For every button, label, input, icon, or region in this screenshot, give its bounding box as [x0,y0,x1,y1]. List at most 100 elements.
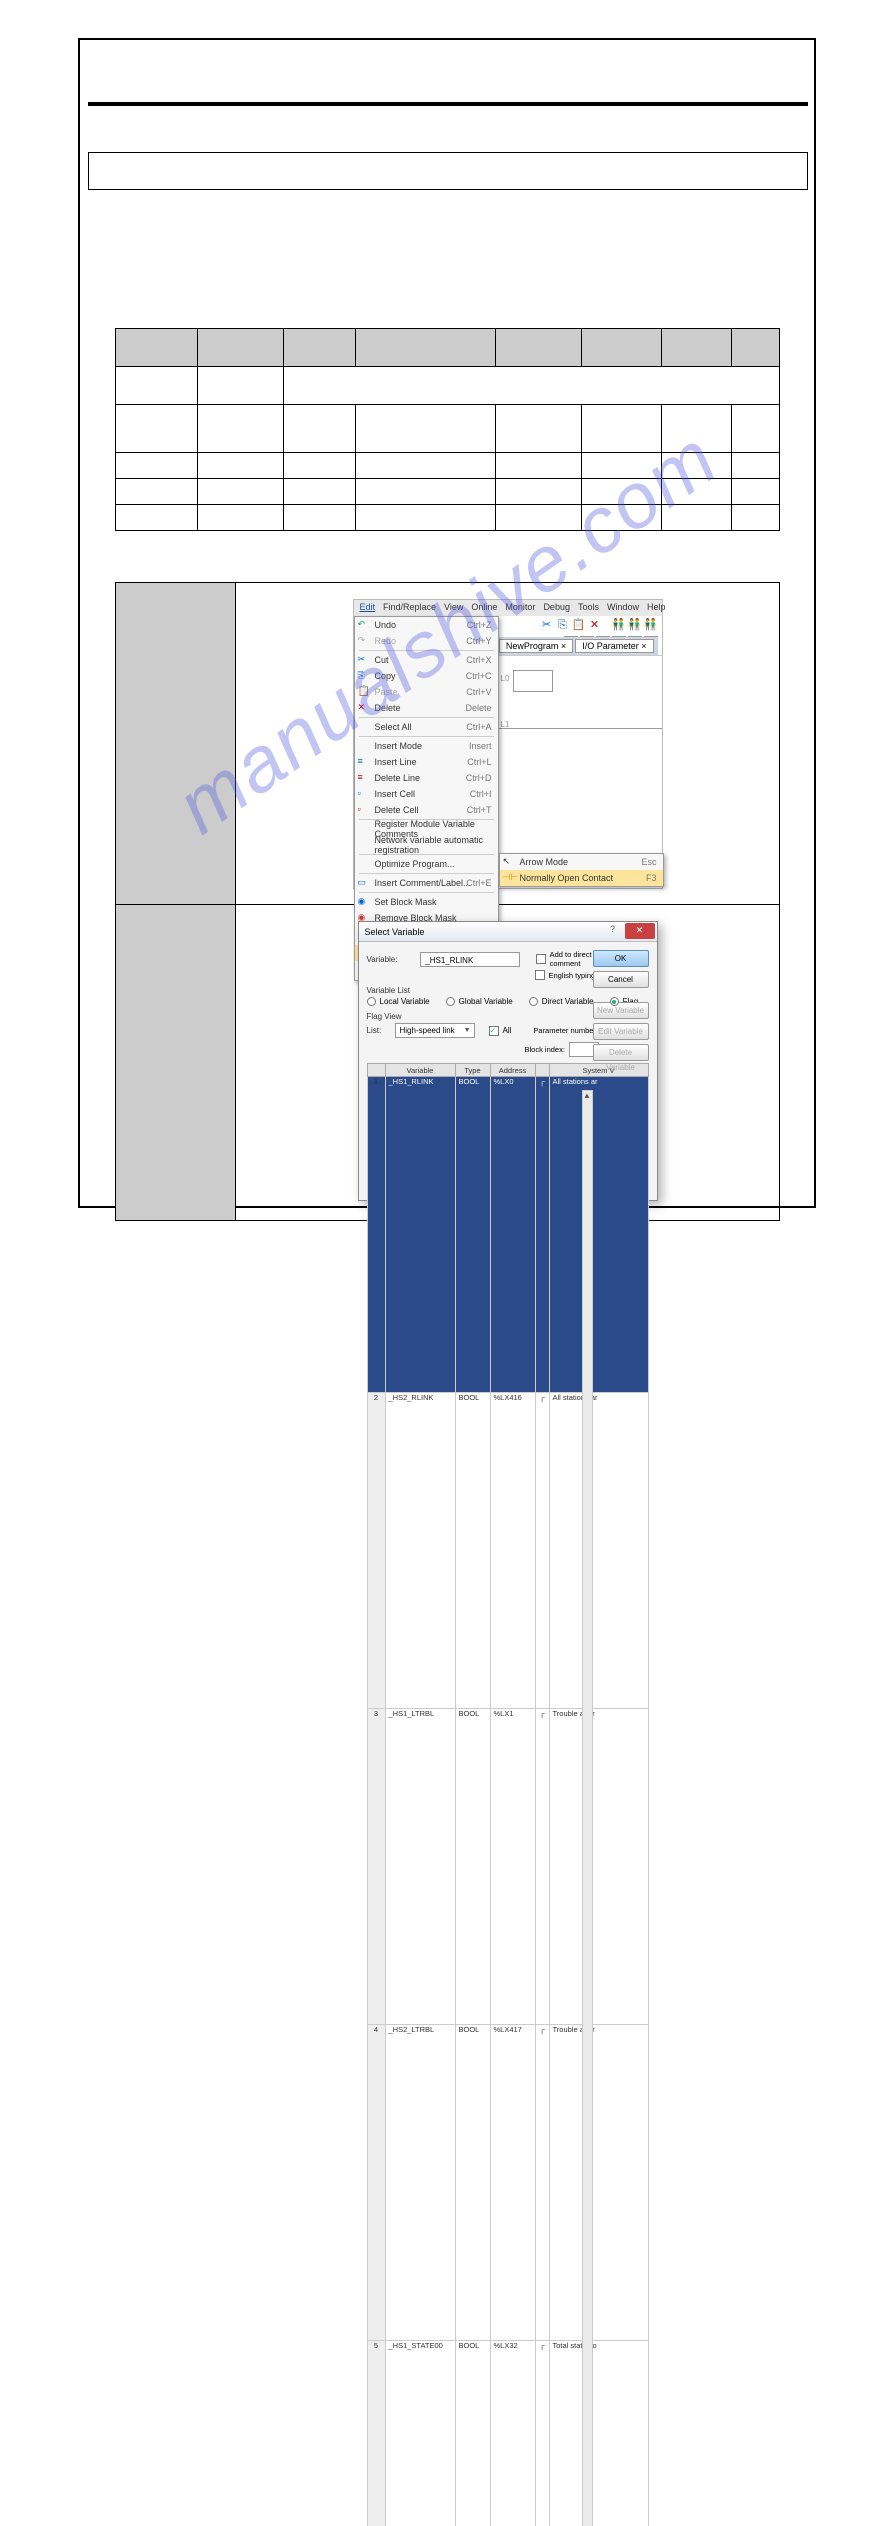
menu-item-undo[interactable]: UndoCtrl+Z [355,617,498,633]
redo-icon [358,635,370,647]
toolbar-findnext-icon[interactable]: 👬 [628,618,642,632]
dialog-titlebar: Select Variable ? ✕ [359,922,657,942]
icell-icon [358,788,370,800]
label-icon [358,877,370,889]
menu-item-delete-cell[interactable]: Delete CellCtrl+T [355,802,498,818]
vertical-scrollbar[interactable]: ▲ ▼ [582,1090,593,2526]
menu-help[interactable]: Help [647,602,666,614]
row2-content: Select Variable ? ✕ OK Cancel New Variab… [236,905,780,1221]
menu-item-set-block-mask[interactable]: Set Block Mask [355,894,498,910]
tools-submenu: Arrow ModeEscNormally Open ContactF3 [499,853,664,887]
new-variable-button[interactable]: New Variable [593,1002,649,1019]
menu-view[interactable]: View [444,602,463,614]
dline-icon [358,772,370,784]
menu-window[interactable]: Window [607,602,639,614]
toolbar-paste-icon[interactable]: 📋 [572,618,586,632]
edit-variable-button[interactable]: Edit Variable [593,1023,649,1040]
ladder-cell[interactable] [513,670,553,692]
menu-item-insert-cell[interactable]: Insert CellCtrl+I [355,786,498,802]
col-idx [367,1064,385,1077]
menu-item-redo[interactable]: RedoCtrl+Y [355,633,498,649]
toolbar-copy-icon[interactable]: ⎘ [556,618,570,632]
line-icon [358,756,370,768]
col-address[interactable]: Address [490,1064,535,1077]
cancel-button[interactable]: Cancel [593,971,649,988]
toolbar-delete-icon[interactable]: ✕ [588,618,602,632]
table-row[interactable]: 4_HS2_LTRBLBOOL%LX417┌Trouble after [367,2025,648,2341]
submenu-item-normally-open-contact[interactable]: Normally Open ContactF3 [500,870,663,886]
dialog-title: Select Variable [365,927,425,937]
menu-item-paste[interactable]: PasteCtrl+V [355,684,498,700]
menu-online[interactable]: Online [471,602,497,614]
variable-label: Variable: [367,955,417,964]
menu-item-insert-line[interactable]: Insert LineCtrl+L [355,754,498,770]
header-rule [88,102,808,106]
toolbar-cut-icon[interactable]: ✂ [540,618,554,632]
toolbar-more-icon[interactable]: 👬 [644,618,658,632]
close-icon[interactable]: × [561,641,566,651]
radio-local[interactable] [367,997,376,1006]
paste-icon [358,686,370,698]
ok-button[interactable]: OK [593,950,649,967]
row1-label [116,583,236,905]
menu-item-cut[interactable]: CutCtrl+X [355,652,498,668]
tab-ioparameter[interactable]: I/O Parameter × [575,639,653,653]
english-typing-checkbox[interactable] [535,970,545,980]
toolbar-find-icon[interactable]: 👬 [612,618,626,632]
table-row[interactable]: 5_HS1_STATE00BOOL%LX32┌Total states o [367,2341,648,2526]
row1-content: Edit Find/Replace View Online Monitor De… [236,583,780,905]
menu-item-insert-mode[interactable]: Insert ModeInsert [355,738,498,754]
dcell-icon [358,804,370,816]
close-button[interactable]: ✕ [625,923,655,939]
select-variable-dialog: Select Variable ? ✕ OK Cancel New Variab… [358,921,658,1201]
menu-item-select-all[interactable]: Select AllCtrl+A [355,719,498,735]
variable-input[interactable]: _HS1_RLINK [420,952,520,967]
radio-direct[interactable] [529,997,538,1006]
scroll-up-icon[interactable]: ▲ [583,1091,592,1101]
menu-monitor[interactable]: Monitor [505,602,535,614]
col-variable[interactable]: Variable [385,1064,455,1077]
menu-item-copy[interactable]: CopyCtrl+C [355,668,498,684]
menu-edit[interactable]: Edit [360,602,376,614]
col-type[interactable]: Type [455,1064,490,1077]
menu-item-delete-line[interactable]: Delete LineCtrl+D [355,770,498,786]
menu-item-network-variable-automatic-registration[interactable]: Network variable automatic registration [355,837,498,853]
radio-global[interactable] [446,997,455,1006]
copy-icon [358,670,370,682]
cut-icon [358,654,370,666]
table-row[interactable]: 2_HS2_RLINKBOOL%LX416┌All stations ar [367,1393,648,1709]
tab-newprogram[interactable]: NewProgram × [499,639,573,653]
menu-item-delete[interactable]: DeleteDelete [355,700,498,716]
col-check[interactable] [535,1064,549,1077]
all-checkbox[interactable] [489,1026,499,1036]
add-comment-checkbox[interactable] [536,954,546,964]
noc-icon [503,872,515,884]
arrow-icon [503,856,515,868]
menu-item-insert-comment-label-[interactable]: Insert Comment/Label...Ctrl+E [355,875,498,891]
del-icon [358,702,370,714]
menu-debug[interactable]: Debug [543,602,570,614]
submenu-item-arrow-mode[interactable]: Arrow ModeEsc [500,854,663,870]
menubar: Edit Find/Replace View Online Monitor De… [354,600,662,616]
undo-icon [358,619,370,631]
radio-flag[interactable] [610,997,619,1006]
table-row[interactable]: 1_HS1_RLINKBOOL%LX0┌All stations ar [367,1077,648,1393]
info-box [88,152,808,190]
menu-tools[interactable]: Tools [578,602,599,614]
help-icon[interactable]: ? [605,924,621,938]
block-idx-label: Block index: [525,1045,565,1054]
editor-screenshot: Edit Find/Replace View Online Monitor De… [353,599,663,889]
screenshot-table: Edit Find/Replace View Online Monitor De… [115,582,780,1221]
table-row[interactable]: 3_HS1_LTRBLBOOL%LX1┌Trouble after [367,1709,648,2025]
delete-variable-button[interactable]: Delete Variable [593,1044,649,1061]
close-icon[interactable]: × [641,641,646,651]
all-label: All [503,1026,512,1035]
variable-grid[interactable]: Variable Type Address System V 1_HS1_RLI… [367,1063,649,2526]
mask-icon [358,896,370,908]
param-table [115,328,780,531]
list-label: List: [367,1026,391,1035]
list-select[interactable]: High-speed link [395,1023,475,1038]
param-num-label: Parameter number: [533,1026,598,1035]
menu-findreplace[interactable]: Find/Replace [383,602,436,614]
menu-item-optimize-program-[interactable]: Optimize Program... [355,856,498,872]
